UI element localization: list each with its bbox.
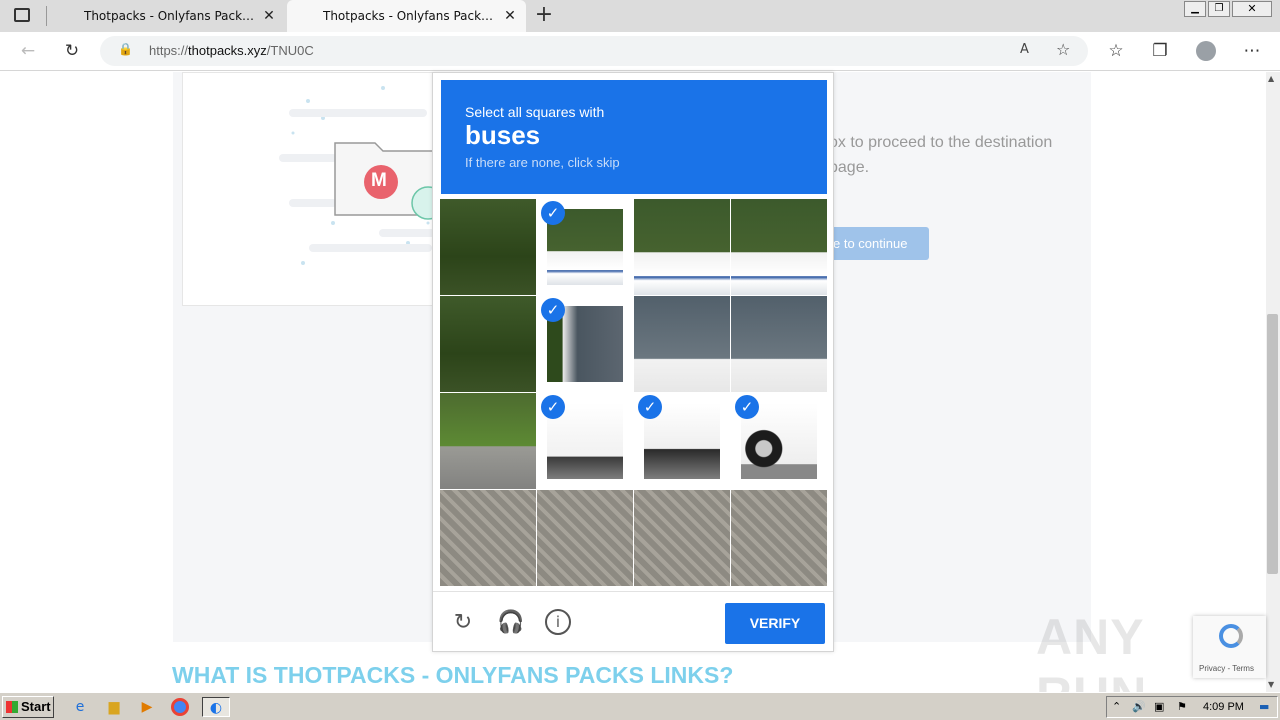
clock: 4:09 PM: [1203, 701, 1244, 713]
window-close-icon[interactable]: ✕: [1232, 1, 1272, 17]
captcha-grid: ✓ ✓ ✓ ✓ ✓: [440, 199, 828, 587]
checkmark-icon: ✓: [735, 395, 759, 419]
captcha-tile[interactable]: [440, 490, 536, 586]
captcha-tile-image: [537, 490, 633, 586]
captcha-tile-image: [440, 199, 536, 295]
captcha-tile-image: [440, 490, 536, 586]
flag-icon[interactable]: ⚑: [1177, 700, 1187, 713]
captcha-tile-image: [731, 490, 827, 586]
illustration-card: M: [182, 72, 445, 306]
captcha-target: buses: [465, 120, 541, 150]
verify-button[interactable]: VERIFY: [725, 603, 825, 644]
captcha-dialog: Select all squares with buses If there a…: [432, 72, 834, 652]
captcha-header: Select all squares with buses If there a…: [441, 80, 827, 194]
captcha-tile[interactable]: [731, 199, 827, 295]
explorer-icon[interactable]: ▆: [104, 697, 124, 717]
captcha-tile[interactable]: [440, 199, 536, 295]
captcha-tile[interactable]: [731, 296, 827, 392]
tab-title: Thotpacks - Onlyfans Packs Links: [323, 9, 498, 23]
page-heading: WHAT IS THOTPACKS - ONLYFANS PACKS LINKS…: [172, 662, 734, 688]
checkmark-icon: ✓: [541, 298, 565, 322]
url-scheme: https://: [149, 43, 189, 58]
captcha-tile[interactable]: [634, 490, 730, 586]
instruction-text: ox to proceed to the destination page.: [829, 130, 1069, 180]
address-bar-row: ← ↻ 🔒 https://thotpacks.xyz/TNU0C A ☆ ☆ …: [0, 32, 1280, 71]
captcha-prompt: Select all squares with: [465, 104, 605, 120]
continue-button[interactable]: e to continue: [829, 227, 929, 260]
restore-icon[interactable]: ❐: [1208, 1, 1230, 17]
captcha-hint: If there are none, click skip: [465, 155, 620, 170]
profile-avatar[interactable]: [1196, 41, 1216, 61]
scroll-down-arrow[interactable]: ▼: [1268, 680, 1274, 689]
checkmark-icon: ✓: [638, 395, 662, 419]
scroll-up-arrow[interactable]: ▲: [1268, 74, 1274, 83]
instruction-line-1: ox to proceed to the destination: [829, 134, 1053, 151]
add-favorite-icon[interactable]: ☆: [1056, 40, 1070, 59]
new-tab-icon[interactable]: +: [533, 4, 555, 26]
close-icon[interactable]: ✕: [502, 8, 518, 24]
captcha-tile-image: [634, 490, 730, 586]
tray-chevron-icon[interactable]: ⌃: [1112, 700, 1121, 713]
collections-icon[interactable]: ❐: [1146, 37, 1174, 65]
minimize-icon[interactable]: ▁: [1184, 1, 1206, 17]
reload-icon[interactable]: ↻: [449, 609, 477, 637]
back-icon[interactable]: ←: [14, 37, 42, 65]
recaptcha-logo-icon: [1219, 624, 1243, 648]
instruction-line-2: page.: [829, 159, 870, 176]
scrollbar-thumb[interactable]: [1267, 314, 1278, 574]
captcha-tile[interactable]: [634, 199, 730, 295]
captcha-footer: ↻ 🎧 i VERIFY: [433, 591, 833, 651]
checkmark-icon: ✓: [541, 395, 565, 419]
media-player-icon[interactable]: ▶: [137, 697, 157, 717]
favorites-icon[interactable]: ☆: [1102, 37, 1130, 65]
url-path: /TNU0C: [266, 43, 314, 58]
chrome-icon[interactable]: [171, 698, 189, 716]
captcha-tile[interactable]: [537, 490, 633, 586]
url-field[interactable]: 🔒 https://thotpacks.xyz/TNU0C A ☆: [100, 36, 1088, 66]
network-icon[interactable]: ▣: [1154, 700, 1164, 713]
tab-1[interactable]: Thotpacks - Onlyfans Packs Links ✕: [48, 0, 285, 32]
captcha-tile-image: [634, 296, 730, 392]
captcha-tile[interactable]: [440, 296, 536, 392]
close-icon[interactable]: ✕: [261, 8, 277, 24]
taskbar: Start e ▆ ▶ ◐ ⌃ 🔊 ▣ ⚑ 4:09 PM ▬: [0, 692, 1280, 720]
ie-icon[interactable]: e: [70, 697, 90, 717]
tab-2-active[interactable]: Thotpacks - Onlyfans Packs Links ✕: [287, 0, 526, 32]
tab-actions-icon[interactable]: [14, 8, 30, 22]
captcha-tile-image: [634, 199, 730, 295]
checkmark-icon: ✓: [541, 201, 565, 225]
more-menu-icon[interactable]: ⋯: [1238, 37, 1266, 65]
volume-icon[interactable]: 🔊: [1132, 700, 1146, 713]
refresh-icon[interactable]: ↻: [58, 37, 86, 65]
folder-illustration: [279, 86, 445, 265]
windows-logo-icon: [6, 701, 18, 713]
start-label: Start: [21, 699, 51, 714]
show-desktop-icon[interactable]: ▬: [1259, 700, 1269, 713]
captcha-tile[interactable]: [731, 490, 827, 586]
tab-bar: Thotpacks - Onlyfans Packs Links ✕ Thotp…: [0, 0, 1280, 32]
audio-challenge-icon[interactable]: 🎧: [497, 609, 525, 637]
info-icon[interactable]: i: [545, 609, 571, 635]
captcha-tile[interactable]: [440, 393, 536, 489]
tab-title: Thotpacks - Onlyfans Packs Links: [84, 9, 259, 23]
start-button[interactable]: Start: [2, 696, 54, 718]
captcha-tile[interactable]: [634, 296, 730, 392]
captcha-tile-image: [440, 296, 536, 392]
edge-icon[interactable]: ◐: [202, 697, 230, 717]
captcha-tile-image: [731, 296, 827, 392]
recaptcha-badge[interactable]: Privacy - Terms: [1193, 616, 1266, 678]
mega-logo-letter: M: [371, 170, 387, 191]
url-host: thotpacks.xyz: [188, 43, 267, 58]
lock-icon[interactable]: 🔒: [118, 42, 133, 56]
captcha-tile-image: [731, 199, 827, 295]
system-tray: ⌃ 🔊 ▣ ⚑ 4:09 PM ▬: [1106, 696, 1278, 718]
recaptcha-links[interactable]: Privacy - Terms: [1199, 664, 1254, 673]
captcha-tile-image: [440, 393, 536, 489]
read-aloud-icon[interactable]: A: [1020, 42, 1029, 57]
